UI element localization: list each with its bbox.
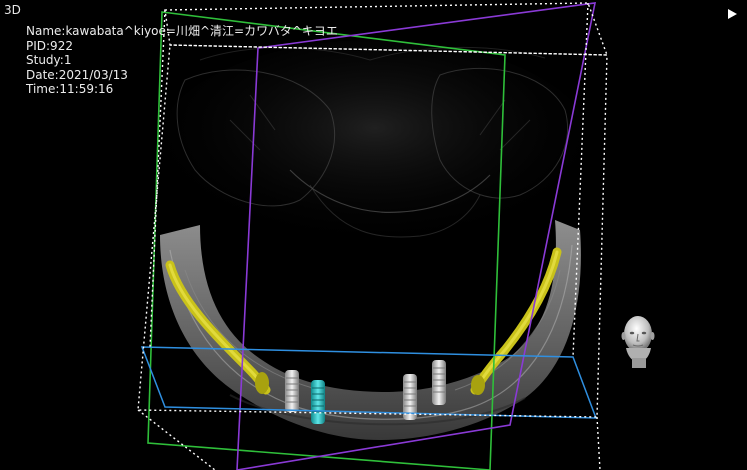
3d-viewport[interactable]: 3D Name:kawabata^kiyoe=川畑^清江=カワバタ^キヨエ PI… bbox=[0, 0, 747, 470]
head-orientation-icon[interactable] bbox=[614, 312, 664, 372]
patient-name: Name:kawabata^kiyoe=川畑^清江=カワバタ^キヨエ bbox=[26, 24, 338, 38]
patient-id: PID:922 bbox=[26, 38, 73, 53]
implant-1[interactable] bbox=[285, 370, 299, 412]
patient-info-overlay: Name:kawabata^kiyoe=川畑^清江=カワバタ^キヨエ PID:9… bbox=[26, 24, 338, 97]
implant-2-selected[interactable] bbox=[311, 380, 325, 424]
study-date: Date:2021/03/13 bbox=[26, 67, 128, 82]
study-time: Time:11:59:16 bbox=[26, 82, 114, 97]
orientation-head-widget[interactable] bbox=[614, 312, 664, 372]
play-button[interactable] bbox=[725, 6, 739, 20]
play-triangle-icon[interactable] bbox=[725, 7, 739, 21]
view-title: 3D bbox=[4, 3, 21, 17]
study-number: Study:1 bbox=[26, 53, 72, 68]
implant-4[interactable] bbox=[432, 360, 446, 405]
